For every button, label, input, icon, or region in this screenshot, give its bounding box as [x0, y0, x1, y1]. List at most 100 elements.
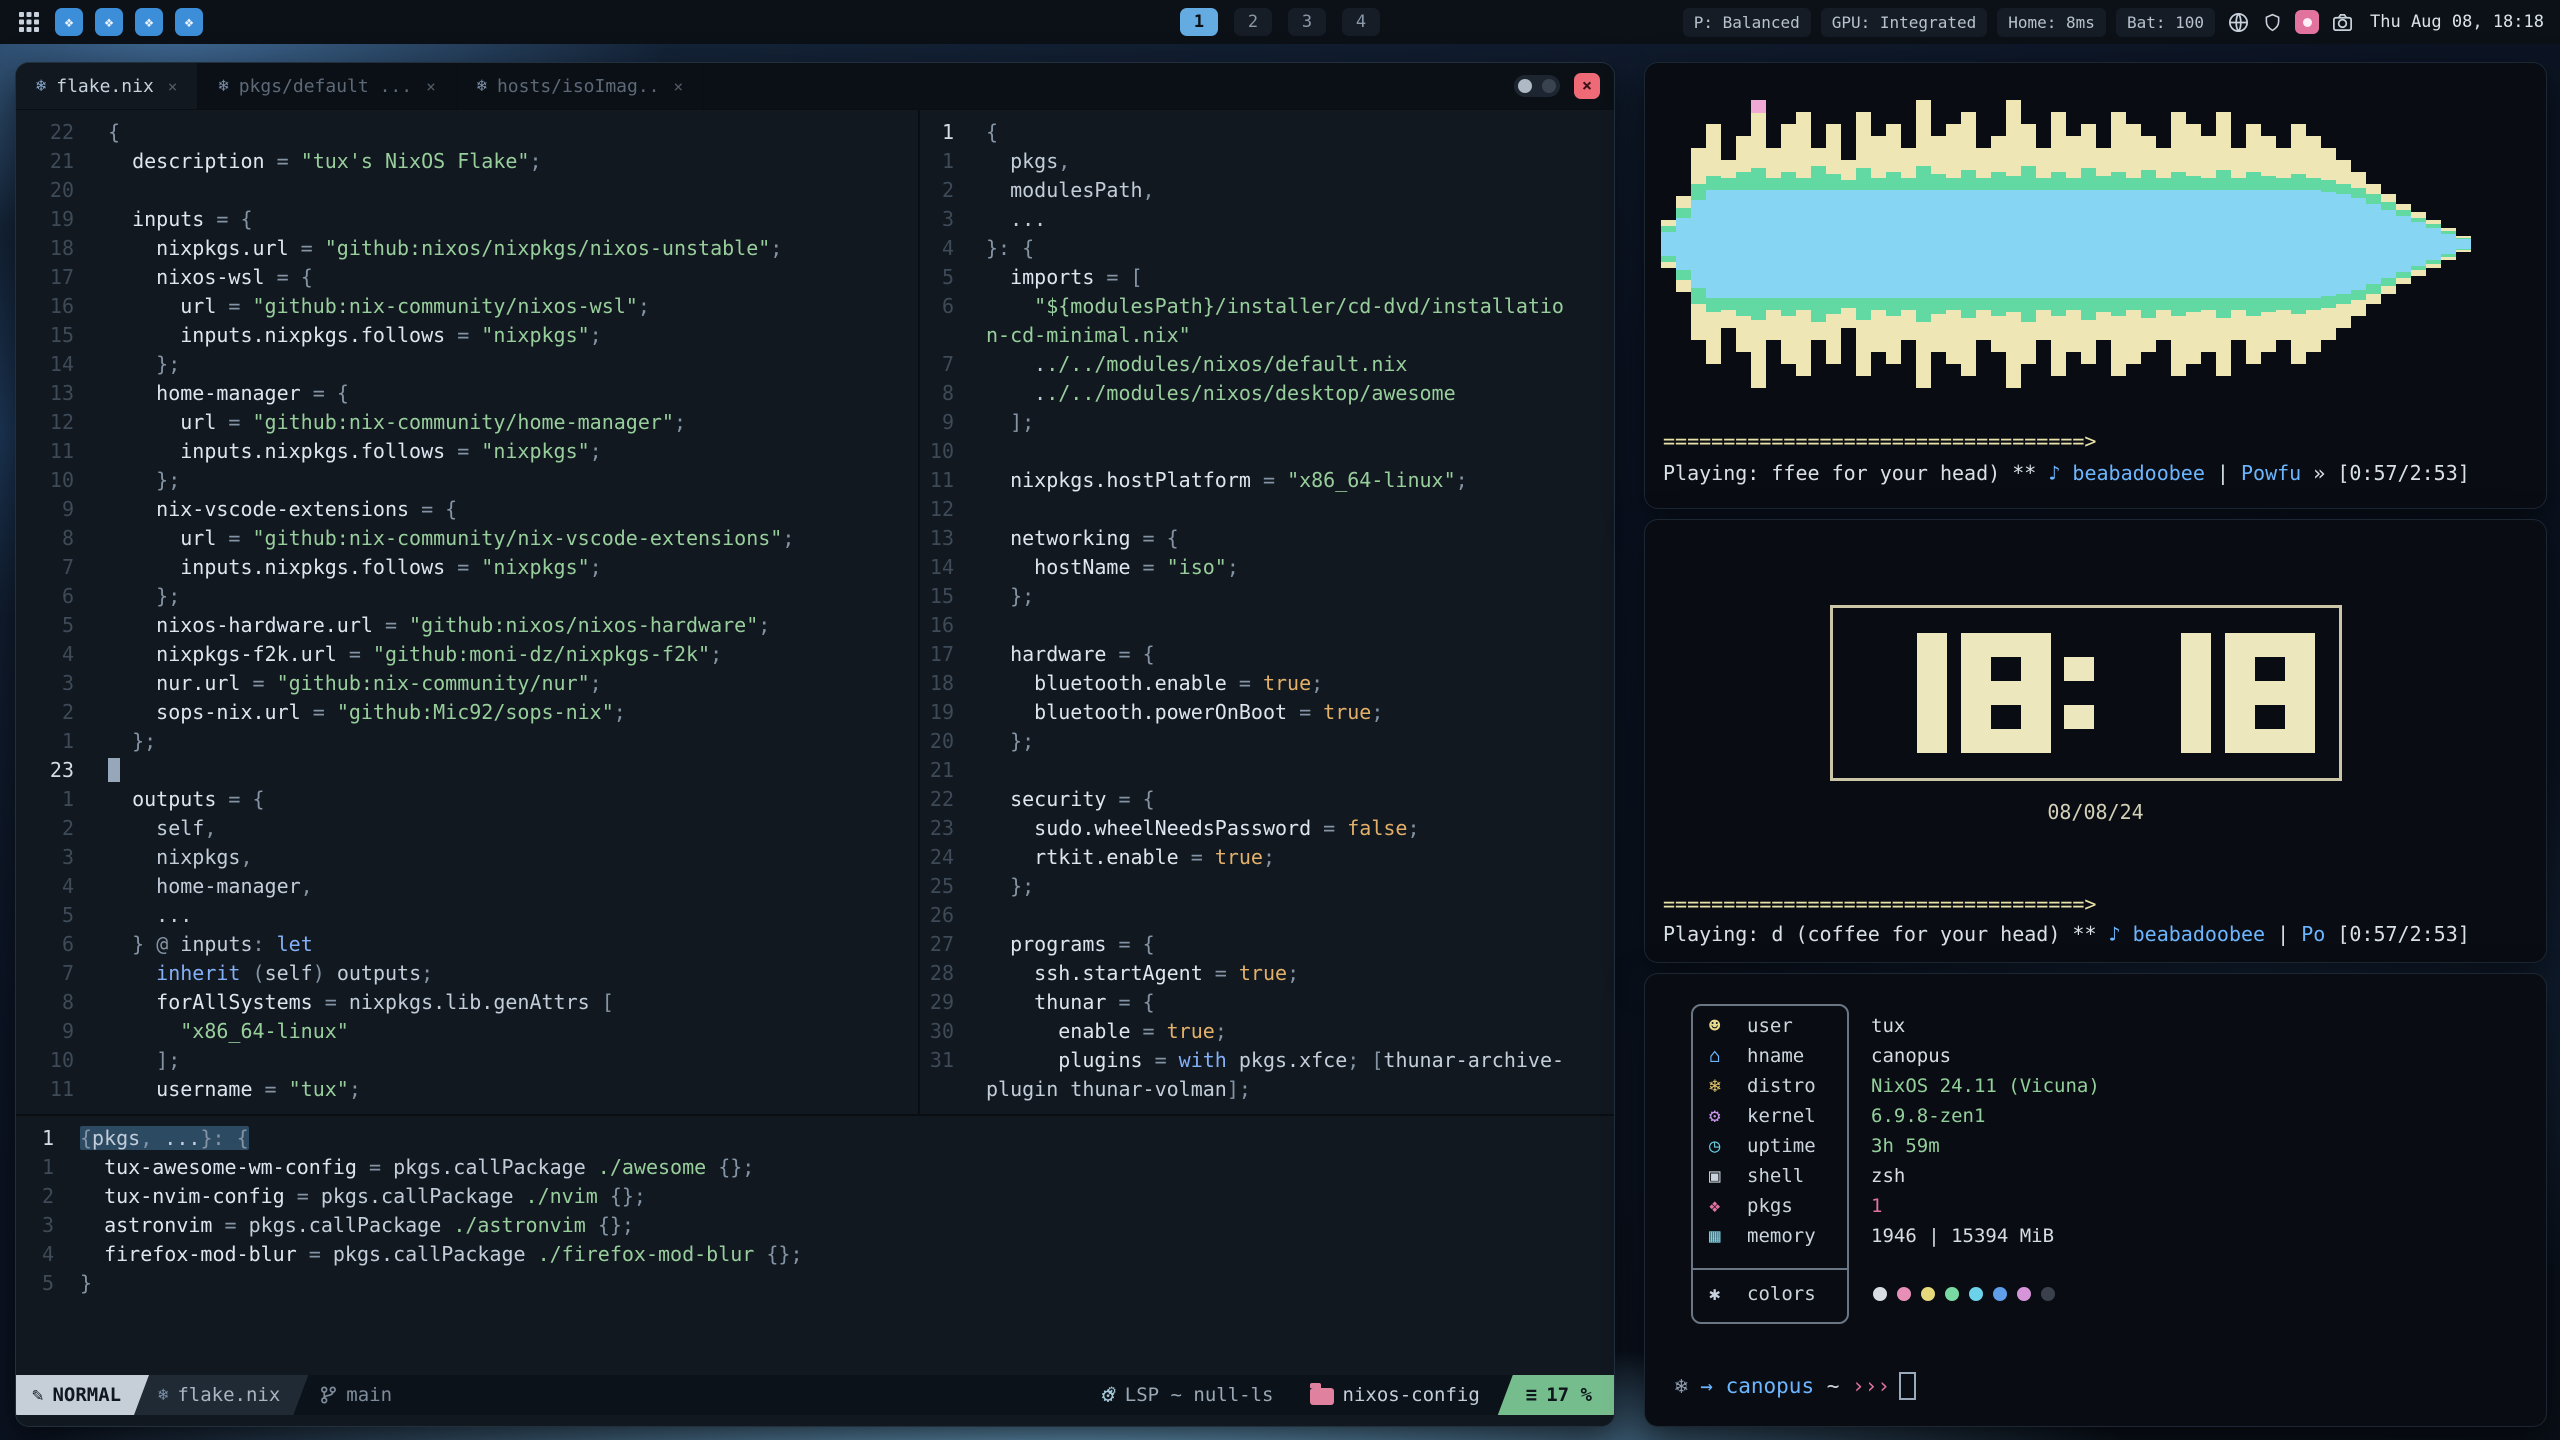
code-line: 2 sops-nix.url = "github:Mic92/sops-nix"… — [16, 698, 918, 727]
line-number: 3 — [16, 843, 90, 872]
code-line: 10 ]; — [16, 1046, 918, 1075]
code-line: 5 ... — [16, 901, 918, 930]
fetch-kernel-icon: ⚙ — [1709, 1102, 1720, 1130]
datetime[interactable]: Thu Aug 08, 18:18 — [2366, 12, 2544, 32]
editor-pane-bottom[interactable]: 1{pkgs, ...}: {1 tux-awesome-wm-config =… — [16, 1114, 1614, 1375]
workspace-tags: 1234 — [1180, 8, 1380, 36]
text-segment: Po — [2301, 922, 2325, 946]
taskbar-app-3[interactable]: ❖ — [135, 8, 163, 36]
tab-close-icon[interactable]: × — [426, 77, 436, 96]
tabbar-controls: × — [1514, 63, 1614, 109]
text-segment: ››› — [1852, 1374, 1890, 1398]
line-number: 1 — [16, 727, 90, 756]
line-number: 5 — [16, 1269, 66, 1298]
clock-digit — [2064, 633, 2094, 753]
tab-flake.nix[interactable]: ❄flake.nix× — [16, 63, 198, 109]
code-text: }; — [90, 466, 180, 495]
taskbar-app-4[interactable]: ❖ — [175, 8, 203, 36]
tab-pkgs-default-...[interactable]: ❄pkgs/default ...× — [198, 63, 456, 109]
line-number: 24 — [920, 843, 968, 872]
line-number: 9 — [16, 495, 90, 524]
line-number: 14 — [16, 350, 90, 379]
line-number: 9 — [920, 408, 968, 437]
line-number: 19 — [16, 205, 90, 234]
code-line: 1 outputs = { — [16, 785, 918, 814]
workspace-tag-1[interactable]: 1 — [1180, 8, 1218, 36]
line-number: 3 — [16, 1211, 66, 1240]
terminal-prompt[interactable]: ❄ → canopus ~ ››› — [1675, 1372, 1916, 1400]
line-number: 21 — [920, 756, 968, 785]
line-number: 7 — [16, 959, 90, 988]
camera-icon[interactable] — [2331, 11, 2354, 34]
line-number: 12 — [920, 495, 968, 524]
code-text: }; — [90, 582, 180, 611]
network-icon[interactable] — [2227, 11, 2250, 34]
code-text: }; — [90, 350, 180, 379]
lsp-text: LSP ~ null-ls — [1125, 1384, 1274, 1406]
topbar-left: ❖ ❖ ❖ ❖ — [16, 8, 203, 36]
taskbar-app-2[interactable]: ❖ — [95, 8, 123, 36]
code-line: 6 }; — [16, 582, 918, 611]
tab-hosts-isoImag..[interactable]: ❄hosts/isoImag..× — [457, 63, 704, 109]
workspace-tag-4[interactable]: 4 — [1342, 8, 1380, 36]
line-number — [920, 1075, 968, 1104]
fetch-memory-icon: ▦ — [1709, 1222, 1720, 1250]
fetch-shell-label: shell — [1747, 1162, 1804, 1190]
line-number: 18 — [920, 669, 968, 698]
line-number: 5 — [16, 611, 90, 640]
line-number: 10 — [16, 466, 90, 495]
palette-dot — [2017, 1287, 2031, 1301]
taskbar-app-1[interactable]: ❖ — [55, 8, 83, 36]
shield-icon[interactable] — [2262, 11, 2283, 34]
app-launcher-button[interactable] — [16, 9, 42, 35]
code-line: 1 }; — [16, 727, 918, 756]
code-line: 12 url = "github:nix-community/home-mana… — [16, 408, 918, 437]
tab-close-icon[interactable]: × — [168, 77, 178, 96]
code-text: nur.url = "github:nix-community/nur"; — [90, 669, 602, 698]
line-number: 9 — [16, 1017, 90, 1046]
code-text: outputs = { — [90, 785, 265, 814]
workspace-tag-2[interactable]: 2 — [1234, 8, 1272, 36]
line-number: 5 — [920, 263, 968, 292]
text-segment: | — [2265, 922, 2301, 946]
editor-pane-right[interactable]: 1{1 pkgs,2 modulesPath,3 ...4}: {5 impor… — [920, 110, 1614, 1114]
theme-toggle[interactable] — [1514, 75, 1560, 97]
code-line: 22 security = { — [920, 785, 1614, 814]
code-text: tux-nvim-config = pkgs.callPackage ./nvi… — [66, 1182, 646, 1211]
editor-pane-left[interactable]: 22{21 description = "tux's NixOS Flake";… — [16, 110, 920, 1114]
clock-digit — [1961, 633, 2051, 753]
fetch-divider — [1691, 1268, 1847, 1270]
code-line: n-cd-minimal.nix" — [920, 321, 1614, 350]
text-segment: → — [1700, 1374, 1725, 1398]
tab-close-icon[interactable]: × — [674, 77, 684, 96]
code-line: 10 }; — [16, 466, 918, 495]
fetch-distro-icon: ❄ — [1709, 1072, 1720, 1100]
command-line[interactable] — [16, 1415, 1614, 1426]
text-segment: ffee for your head) ** — [1771, 461, 2048, 485]
code-line: 14 }; — [16, 350, 918, 379]
recorder-icon[interactable] — [2295, 10, 2319, 34]
fetch-hname-icon: ⌂ — [1709, 1042, 1720, 1070]
code-line: 17 hardware = { — [920, 640, 1614, 669]
code-text: description = "tux's NixOS Flake"; — [90, 147, 542, 176]
code-line: 8 ../../modules/nixos/desktop/awesome — [920, 379, 1614, 408]
code-line: 22{ — [16, 118, 918, 147]
text-segment: ♪ beabadoobee — [2109, 922, 2266, 946]
code-text — [90, 756, 120, 785]
code-text: pkgs, — [968, 147, 1070, 176]
code-line: 2 modulesPath, — [920, 176, 1614, 205]
window-close-button[interactable]: × — [1574, 73, 1600, 99]
fetch-uptime-icon: ◷ — [1709, 1132, 1720, 1160]
line-number: 16 — [920, 611, 968, 640]
line-number: 8 — [16, 524, 90, 553]
clock-display — [1830, 605, 2342, 781]
fetch-memory-label: memory — [1747, 1222, 1816, 1250]
code-text: sudo.wheelNeedsPassword = false; — [968, 814, 1420, 843]
text-segment: [0:57/2:53] — [2325, 922, 2470, 946]
workspace-tag-3[interactable]: 3 — [1288, 8, 1326, 36]
fetch-widget: ❄ → canopus ~ ››› ☻usertux⌂hnamecanopus❄… — [1644, 973, 2547, 1427]
line-number: 22 — [920, 785, 968, 814]
status-power-profile: P: Balanced — [1683, 8, 1811, 37]
text-segment: d (coffee for your head) ** — [1771, 922, 2108, 946]
code-text: bluetooth.enable = true; — [968, 669, 1323, 698]
